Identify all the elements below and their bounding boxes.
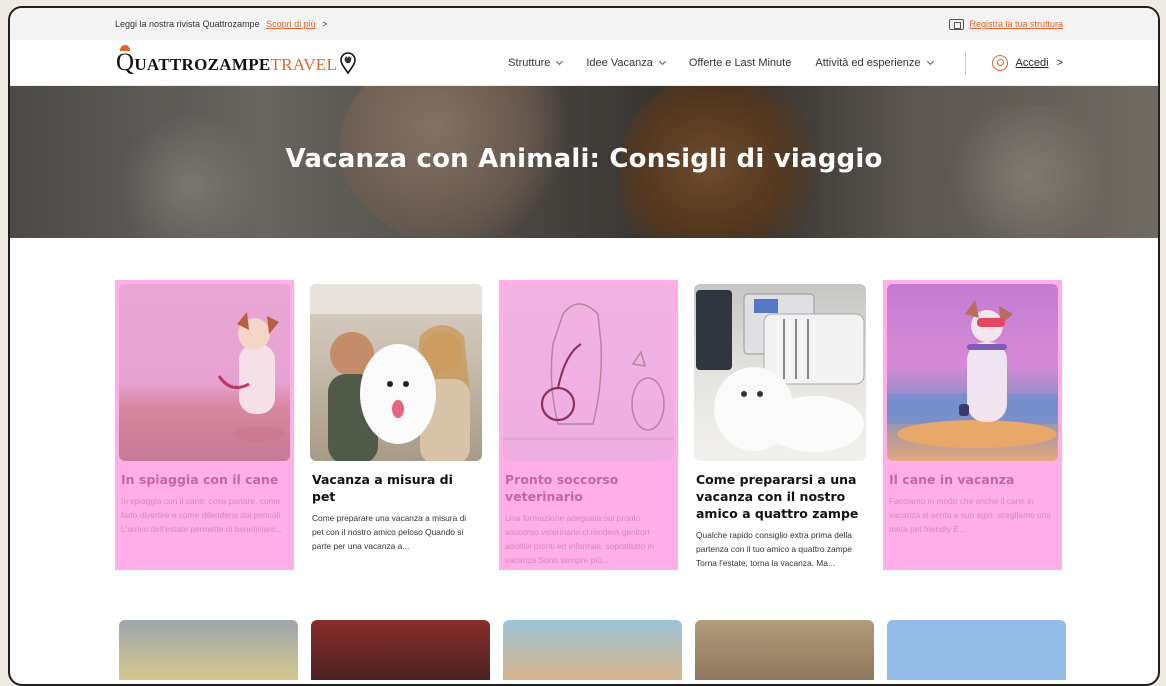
promo: Leggi la nostra rivista Quattrozampe Sco… xyxy=(115,19,327,29)
article-card[interactable]: Come prepararsi a una vacanza con il nos… xyxy=(691,280,870,570)
article-title[interactable]: Vacanza a misura di pet xyxy=(312,471,480,505)
register-structure-link[interactable]: Registra la tua struttura xyxy=(969,19,1063,29)
article-image-car-trunk[interactable] xyxy=(119,620,298,680)
article-grid-row-2 xyxy=(119,620,1066,680)
nav-menu: Strutture Idee Vacanza Offerte e Last Mi… xyxy=(508,50,1063,75)
logo-q: Q xyxy=(116,44,135,76)
article-title[interactable]: Il cane in vacanza xyxy=(889,471,1056,488)
promo-link[interactable]: Scopri di più xyxy=(266,19,316,29)
article-image-dog-at-sea[interactable] xyxy=(503,620,682,680)
user-icon xyxy=(991,54,1008,71)
logo-travel: TRAVEL xyxy=(270,54,338,74)
article-excerpt: Qualche rapido consiglio extra prima del… xyxy=(696,530,852,568)
article-image-family-dog[interactable] xyxy=(310,284,482,461)
page-title: Vacanza con Animali: Consigli di viaggio xyxy=(285,144,883,174)
logo-quattrozampe: UATTROZAMPE xyxy=(134,54,271,74)
nav-item-idee-vacanza[interactable]: Idee Vacanza xyxy=(586,57,666,69)
site-logo[interactable]: Q UATTROZAMPE TRAVEL xyxy=(116,44,357,77)
article-card[interactable]: Pronto soccorso veterinario Una formazio… xyxy=(499,280,678,570)
article-card[interactable]: Il cane in vacanza Facciamo in modo che … xyxy=(883,280,1062,570)
article-excerpt: Come preparare una vacanza a misura di p… xyxy=(312,513,467,551)
article-image-dog-sunglasses[interactable] xyxy=(887,284,1058,461)
login-button[interactable]: Accedi > xyxy=(991,54,1063,71)
article-image-dog-in-car[interactable] xyxy=(311,620,490,680)
chevron-down-icon xyxy=(926,57,934,65)
top-promo-bar: Leggi la nostra rivista Quattrozampe Sco… xyxy=(10,8,1158,40)
nav-item-attivita[interactable]: Attività ed esperienze xyxy=(815,57,934,69)
chevron-down-icon xyxy=(556,57,564,65)
article-title[interactable]: Pronto soccorso veterinario xyxy=(505,471,672,505)
article-card[interactable]: In spiaggia con il cane In spiaggia con … xyxy=(115,280,294,570)
article-image-beach-dog[interactable] xyxy=(119,284,290,461)
article-card[interactable]: Vacanza a misura di pet Come preparare u… xyxy=(307,280,486,570)
article-image-small-dog[interactable] xyxy=(695,620,874,680)
chevron-down-icon xyxy=(658,57,666,65)
hero-banner: Vacanza con Animali: Consigli di viaggio xyxy=(10,86,1158,238)
article-excerpt: Facciamo in modo che anche il cane in va… xyxy=(889,496,1052,534)
article-image-dog-carrier[interactable] xyxy=(694,284,866,461)
article-title[interactable]: In spiaggia con il cane xyxy=(121,471,288,488)
nav-item-offerte[interactable]: Offerte e Last Minute xyxy=(689,57,792,69)
building-icon xyxy=(949,18,965,30)
article-excerpt: In spiaggia con il cane: cosa portare, c… xyxy=(121,496,283,534)
nav-item-strutture[interactable]: Strutture xyxy=(508,57,564,69)
promo-arrow-icon: > xyxy=(322,19,328,29)
main-nav: Q UATTROZAMPE TRAVEL Strutture Idee Vaca… xyxy=(10,40,1158,86)
article-image-placeholder[interactable] xyxy=(887,620,1066,680)
article-image-vet-illustration[interactable] xyxy=(503,284,674,461)
promo-text: Leggi la nostra rivista Quattrozampe xyxy=(115,19,260,29)
register-structure[interactable]: Registra la tua struttura xyxy=(949,18,1063,30)
article-title[interactable]: Come prepararsi a una vacanza con il nos… xyxy=(696,471,864,522)
chevron-right-icon: > xyxy=(1056,56,1063,69)
nav-divider xyxy=(964,50,966,75)
article-excerpt: Una formazione adeguata sul pronto socco… xyxy=(505,513,654,565)
location-pin-icon xyxy=(340,51,356,74)
browser-frame: Leggi la nostra rivista Quattrozampe Sco… xyxy=(8,6,1160,686)
article-grid: In spiaggia con il cane In spiaggia con … xyxy=(115,280,1062,570)
login-link[interactable]: Accedi xyxy=(1016,57,1049,69)
